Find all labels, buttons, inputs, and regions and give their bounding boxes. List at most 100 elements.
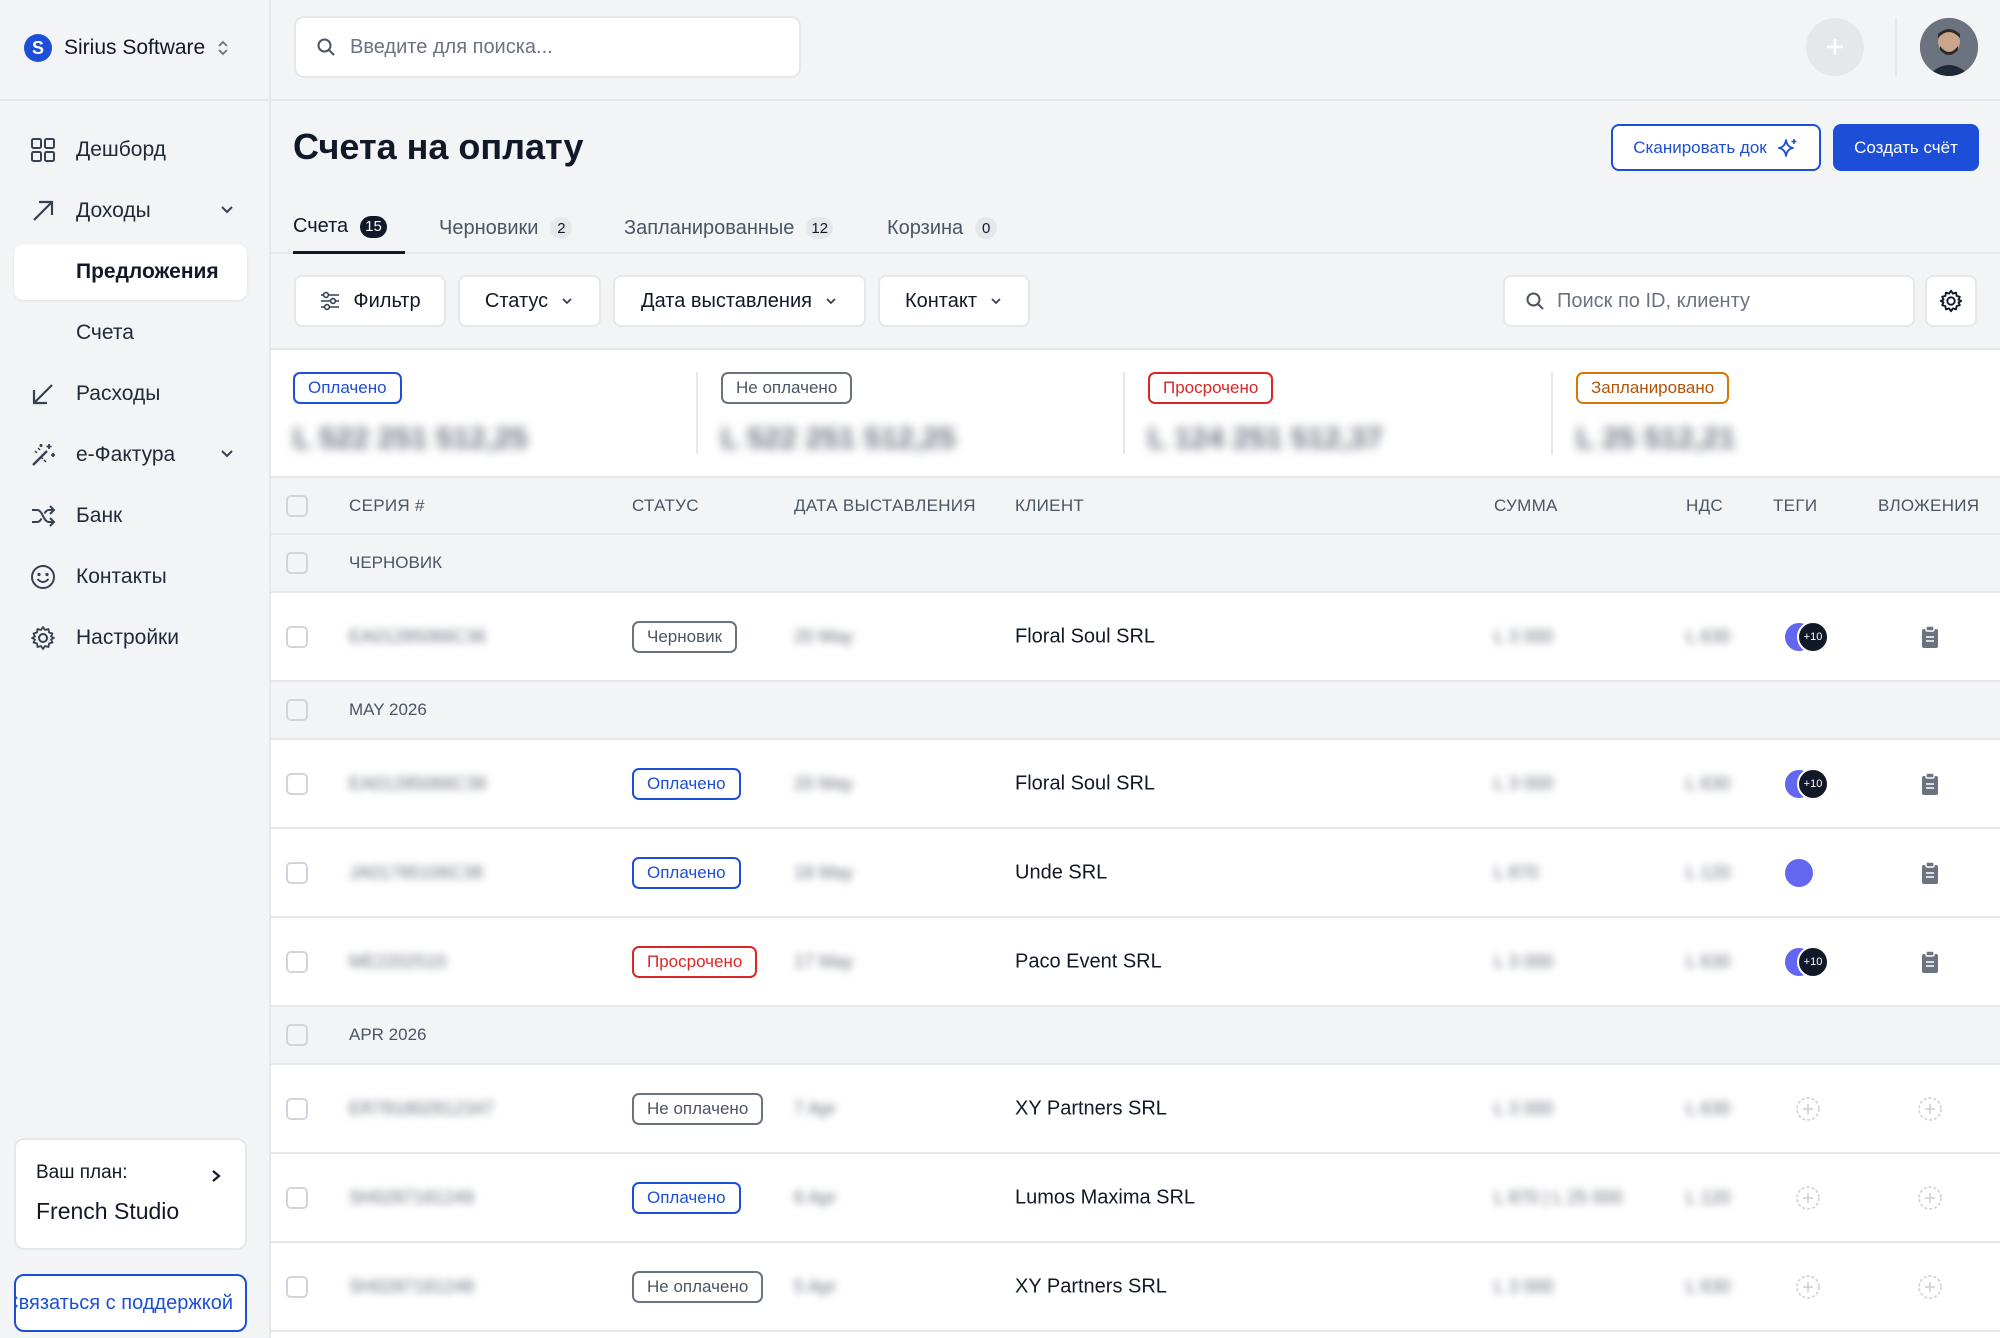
row-checkbox[interactable] xyxy=(286,772,308,795)
tags[interactable]: +10 xyxy=(1783,620,1835,653)
create-invoice-button[interactable]: Создать счёт xyxy=(1833,124,1979,171)
add-tag-icon[interactable] xyxy=(1795,1096,1821,1122)
sidebar-item-dashboard[interactable]: Дешборд xyxy=(14,122,247,178)
issue-date: 20 May xyxy=(794,773,854,793)
amount: L 3 000 xyxy=(1494,1276,1554,1296)
summary-panel: Оплачено L 522 251 512,25 Не оплачено L … xyxy=(271,348,2000,478)
row-checkbox[interactable] xyxy=(286,1186,308,1209)
smile-icon xyxy=(28,562,58,592)
sidebar-item-e-invoice[interactable]: e-Фактура xyxy=(14,427,247,483)
gear-icon xyxy=(28,623,58,653)
arrow-up-right-icon xyxy=(28,196,58,226)
sidebar-item-income[interactable]: Доходы xyxy=(14,183,247,239)
contact-support-button[interactable]: Связаться с поддержкой xyxy=(14,1274,247,1332)
group-checkbox[interactable] xyxy=(286,552,308,574)
column-header-vat[interactable]: НДС xyxy=(1686,496,1723,516)
add-button[interactable] xyxy=(1806,18,1864,76)
row-checkbox[interactable] xyxy=(286,625,308,648)
tab-trash[interactable]: Корзина 0 xyxy=(887,202,998,254)
table-row[interactable]: ME2202510 Просрочено 17 May Paco Event S… xyxy=(271,918,2000,1007)
select-all-checkbox[interactable] xyxy=(286,494,308,517)
sidebar-item-bank[interactable]: Банк xyxy=(14,488,247,544)
group-label: APR 2026 xyxy=(349,1025,427,1044)
table-row[interactable]: JA01785106C38 Оплачено 18 May Unde SRL L… xyxy=(271,829,2000,918)
filter-button[interactable]: Фильтр xyxy=(294,275,446,327)
amount: L 3 000 xyxy=(1494,773,1554,793)
contact-dropdown[interactable]: Контакт xyxy=(878,275,1030,327)
add-tag-icon[interactable] xyxy=(1795,1274,1821,1300)
row-checkbox[interactable] xyxy=(286,950,308,973)
search-input[interactable] xyxy=(350,35,770,59)
document-icon[interactable] xyxy=(1917,860,1943,886)
series-number: EA01285066C36 xyxy=(349,626,487,646)
sidebar-item-label: Банк xyxy=(76,504,123,527)
global-search[interactable] xyxy=(294,16,801,78)
column-header-client[interactable]: КЛИЕНТ xyxy=(1015,496,1084,516)
status-badge: Не оплачено xyxy=(632,1092,764,1125)
row-checkbox[interactable] xyxy=(286,1275,308,1298)
status-badge: Оплачено xyxy=(632,856,741,889)
column-header-status[interactable]: СТАТУС xyxy=(632,496,699,516)
group-checkbox[interactable] xyxy=(286,1024,308,1046)
document-icon[interactable] xyxy=(1917,949,1943,975)
group-row: APR 2026 xyxy=(271,1007,2000,1065)
tab-drafts[interactable]: Черновики 2 xyxy=(439,202,573,254)
plan-card[interactable]: Ваш план: French Studio xyxy=(14,1138,247,1250)
vat: L 630 xyxy=(1686,773,1731,793)
document-icon[interactable] xyxy=(1917,624,1943,650)
tab-count-badge: 12 xyxy=(806,217,834,239)
table-row[interactable]: ER781802812347 Не оплачено 7 Apr XY Part… xyxy=(271,1065,2000,1154)
sidebar-item-settings[interactable]: Настройки xyxy=(14,610,247,666)
sidebar-item-contacts[interactable]: Контакты xyxy=(14,549,247,605)
tags[interactable] xyxy=(1783,856,1835,889)
add-attachment-icon[interactable] xyxy=(1917,1274,1943,1300)
sidebar-item-invoices[interactable]: Счета xyxy=(14,305,247,361)
tab-scheduled[interactable]: Запланированные 12 xyxy=(624,202,834,254)
sidebar-item-label: Расходы xyxy=(76,382,161,405)
tab-count-badge: 15 xyxy=(360,215,387,238)
brand-name: Sirius Software xyxy=(64,36,206,59)
tab-invoices[interactable]: Счета 15 xyxy=(293,202,405,254)
group-checkbox[interactable] xyxy=(286,699,308,721)
tags-more-badge: +10 xyxy=(1797,945,1829,978)
issue-date-dropdown[interactable]: Дата выставления xyxy=(613,275,866,327)
paid-badge: Оплачено xyxy=(293,372,402,404)
id-client-search[interactable] xyxy=(1503,275,1915,327)
table-row[interactable]: SH0287181248 Не оплачено 5 Apr XY Partne… xyxy=(271,1243,2000,1332)
document-icon[interactable] xyxy=(1917,771,1943,797)
workspace-switcher[interactable]: S Sirius Software xyxy=(24,30,229,66)
sidebar-item-proposals[interactable]: Предложения xyxy=(14,244,247,300)
status-dropdown[interactable]: Статус xyxy=(458,275,601,327)
tab-count-badge: 0 xyxy=(975,217,998,239)
column-header-series[interactable]: СЕРИЯ # xyxy=(349,496,425,516)
sidebar-item-label: e-Фактура xyxy=(76,443,176,466)
tab-label: Запланированные xyxy=(624,216,795,239)
add-attachment-icon[interactable] xyxy=(1917,1096,1943,1122)
summary-paid: Оплачено L 522 251 512,25 xyxy=(293,372,528,458)
id-client-search-input[interactable] xyxy=(1557,289,1897,313)
scan-document-button[interactable]: Сканировать док xyxy=(1611,124,1821,171)
add-tag-icon[interactable] xyxy=(1795,1185,1821,1211)
tab-label: Корзина xyxy=(887,216,964,239)
table-row[interactable]: EA01285066C38 Оплачено 20 May Floral Sou… xyxy=(271,740,2000,829)
table-row[interactable]: EA01285066C36 Черновик 20 May Floral Sou… xyxy=(271,593,2000,682)
status-badge: Оплачено xyxy=(632,1181,741,1214)
sidebar-item-expenses[interactable]: Расходы xyxy=(14,366,247,422)
column-header-attachments[interactable]: ВЛОЖЕНИЯ xyxy=(1878,496,1979,516)
overdue-badge: Просрочено xyxy=(1148,372,1274,404)
sidebar-divider xyxy=(0,99,271,101)
column-header-tags[interactable]: ТЕГИ xyxy=(1773,496,1817,516)
client-name: Lumos Maxima SRL xyxy=(1015,1186,1196,1208)
row-checkbox[interactable] xyxy=(286,861,308,884)
column-header-amount[interactable]: СУММА xyxy=(1494,496,1558,516)
avatar[interactable] xyxy=(1920,18,1978,76)
tags[interactable]: +10 xyxy=(1783,767,1835,800)
table-settings-button[interactable] xyxy=(1925,275,1977,327)
column-header-issue-date[interactable]: ДАТА ВЫСТАВЛЕНИЯ xyxy=(794,496,976,516)
add-attachment-icon[interactable] xyxy=(1917,1185,1943,1211)
overdue-amount: L 124 251 512,37 xyxy=(1148,422,1383,455)
table-row[interactable]: SH0287181249 Оплачено 6 Apr Lumos Maxima… xyxy=(271,1154,2000,1243)
search-icon xyxy=(317,38,335,56)
tags[interactable]: +10 xyxy=(1783,945,1835,978)
row-checkbox[interactable] xyxy=(286,1097,308,1120)
